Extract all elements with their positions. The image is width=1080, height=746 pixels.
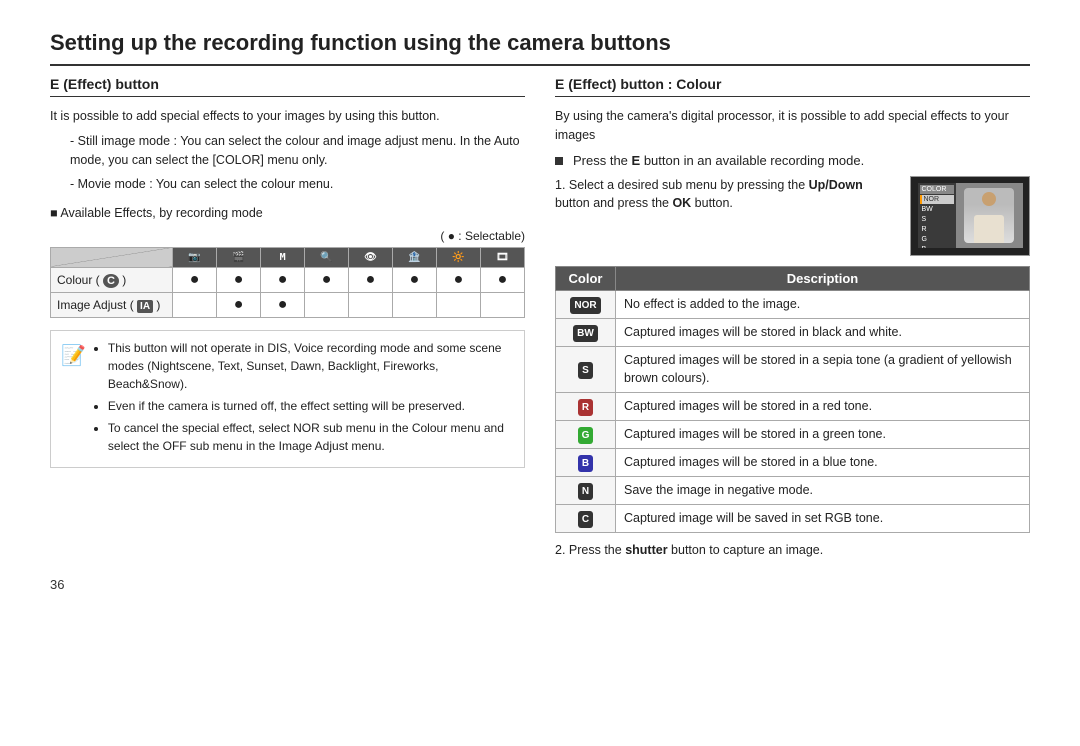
badge-g: G — [556, 421, 616, 449]
step1-text: 1. Select a desired sub menu by pressing… — [555, 176, 900, 214]
col-icon-3: M — [261, 247, 305, 267]
movie-mode-text: - Movie mode : You can select the colour… — [70, 175, 525, 194]
color-row-r: R Captured images will be stored in a re… — [556, 393, 1030, 421]
col-icon-8: 🎞 — [480, 247, 524, 267]
desc-r: Captured images will be stored in a red … — [616, 393, 1030, 421]
square-bullet-1 — [555, 153, 567, 168]
note-item-2: Even if the camera is turned off, the ef… — [108, 397, 514, 415]
col-icon-6: 🏦 — [393, 247, 437, 267]
desc-col-header: Description — [616, 266, 1030, 290]
right-intro: By using the camera's digital processor,… — [555, 107, 1030, 145]
desc-b: Captured images will be stored in a blue… — [616, 449, 1030, 477]
selectable-note: ( ● : Selectable) — [50, 229, 525, 243]
color-row-bw: BW Captured images will be stored in bla… — [556, 318, 1030, 346]
note-icon: 📝 — [61, 341, 86, 459]
step2-text: 2. Press the shutter button to capture a… — [555, 543, 1030, 557]
camera-preview: COLOR NOR BW S R G B — [910, 176, 1030, 256]
desc-s: Captured images will be stored in a sepi… — [616, 346, 1030, 393]
col-icon-1: 📷 — [173, 247, 217, 267]
color-row-n: N Save the image in negative mode. — [556, 477, 1030, 505]
badge-n: N — [556, 477, 616, 505]
page-title: Setting up the recording function using … — [50, 30, 1030, 66]
color-row-s: S Captured images will be stored in a se… — [556, 346, 1030, 393]
badge-c: C — [556, 505, 616, 533]
note-box: 📝 This button will not operate in DIS, V… — [50, 330, 525, 468]
badge-bw: BW — [556, 318, 616, 346]
right-section-title: E (Effect) button : Colour — [555, 76, 1030, 97]
badge-r: R — [556, 393, 616, 421]
note-list: This button will not operate in DIS, Voi… — [94, 339, 514, 459]
step1-num: 1. Select a desired sub menu by pressing… — [555, 178, 863, 211]
table-row-colour: Colour ( C ) ● ● ● ● ● ● ● ● — [51, 267, 525, 292]
color-row-nor: NOR No effect is added to the image. — [556, 290, 1030, 318]
page-number: 36 — [50, 577, 1030, 592]
step1-row: 1. Select a desired sub menu by pressing… — [555, 176, 1030, 256]
color-row-c: C Captured image will be saved in set RG… — [556, 505, 1030, 533]
badge-b: B — [556, 449, 616, 477]
left-section-title: E (Effect) button — [50, 76, 525, 97]
note-item-1: This button will not operate in DIS, Voi… — [108, 339, 514, 393]
color-table: Color Description NOR No effect is added… — [555, 266, 1030, 534]
press-note-text: Press the E button in an available recor… — [573, 153, 864, 168]
press-note-line: Press the E button in an available recor… — [555, 153, 1030, 168]
badge-s: S — [556, 346, 616, 393]
available-effects-label: ■ Available Effects, by recording mode — [50, 204, 525, 223]
right-section: E (Effect) button : Colour By using the … — [555, 76, 1030, 557]
col-icon-2: 🎬 — [217, 247, 261, 267]
color-col-header: Color — [556, 266, 616, 290]
table-row-image-adjust: Image Adjust ( IA ) ● ● — [51, 292, 525, 317]
left-intro: It is possible to add special effects to… — [50, 107, 525, 126]
color-row-b: B Captured images will be stored in a bl… — [556, 449, 1030, 477]
desc-c: Captured image will be saved in set RGB … — [616, 505, 1030, 533]
col-icon-5: 👁 — [349, 247, 393, 267]
col-icon-4: 🔍 — [305, 247, 349, 267]
desc-n: Save the image in negative mode. — [616, 477, 1030, 505]
badge-nor: NOR — [556, 290, 616, 318]
desc-g: Captured images will be stored in a gree… — [616, 421, 1030, 449]
col-icon-7: 🔆 — [436, 247, 480, 267]
effect-table: 📷 🎬 M 🔍 👁 🏦 🔆 🎞 Colour ( C ) ● ● ● ● — [50, 247, 525, 318]
left-section: E (Effect) button It is possible to add … — [50, 76, 525, 557]
note-item-3: To cancel the special effect, select NOR… — [108, 419, 514, 455]
desc-nor: No effect is added to the image. — [616, 290, 1030, 318]
color-row-g: G Captured images will be stored in a gr… — [556, 421, 1030, 449]
still-mode-text: - Still image mode : You can select the … — [70, 132, 525, 170]
desc-bw: Captured images will be stored in black … — [616, 318, 1030, 346]
